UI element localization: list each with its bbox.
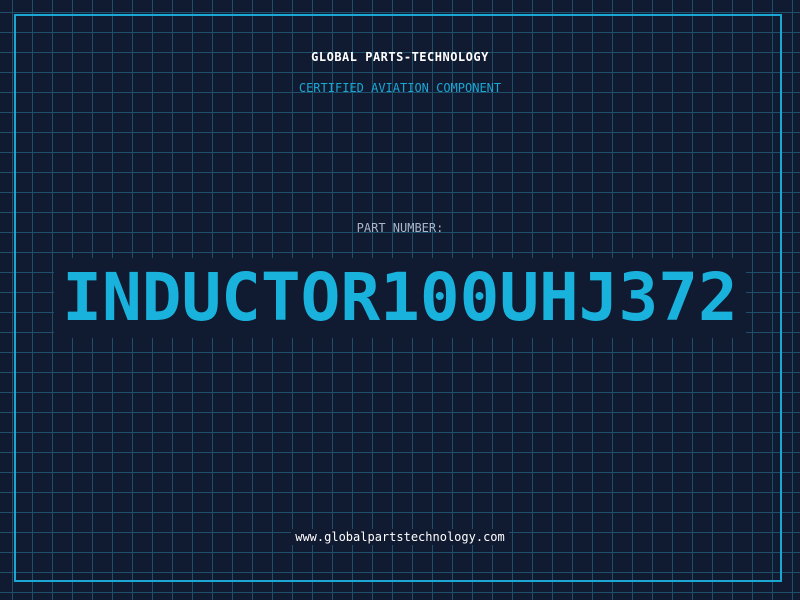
part-number-label: PART NUMBER:: [356, 221, 444, 235]
footer: www.globalpartstechnology.com: [0, 528, 800, 546]
certificate-page: GLOBAL PARTS-TECHNOLOGY CERTIFIED AVIATI…: [0, 0, 800, 600]
part-number-value: INDUCTOR100UHJ372: [54, 258, 746, 338]
website-link[interactable]: www.globalpartstechnology.com: [291, 529, 509, 545]
company-name: GLOBAL PARTS-TECHNOLOGY: [311, 50, 489, 64]
tagline: CERTIFIED AVIATION COMPONENT: [298, 81, 502, 95]
part-number-container: INDUCTOR100UHJ372: [0, 258, 800, 338]
